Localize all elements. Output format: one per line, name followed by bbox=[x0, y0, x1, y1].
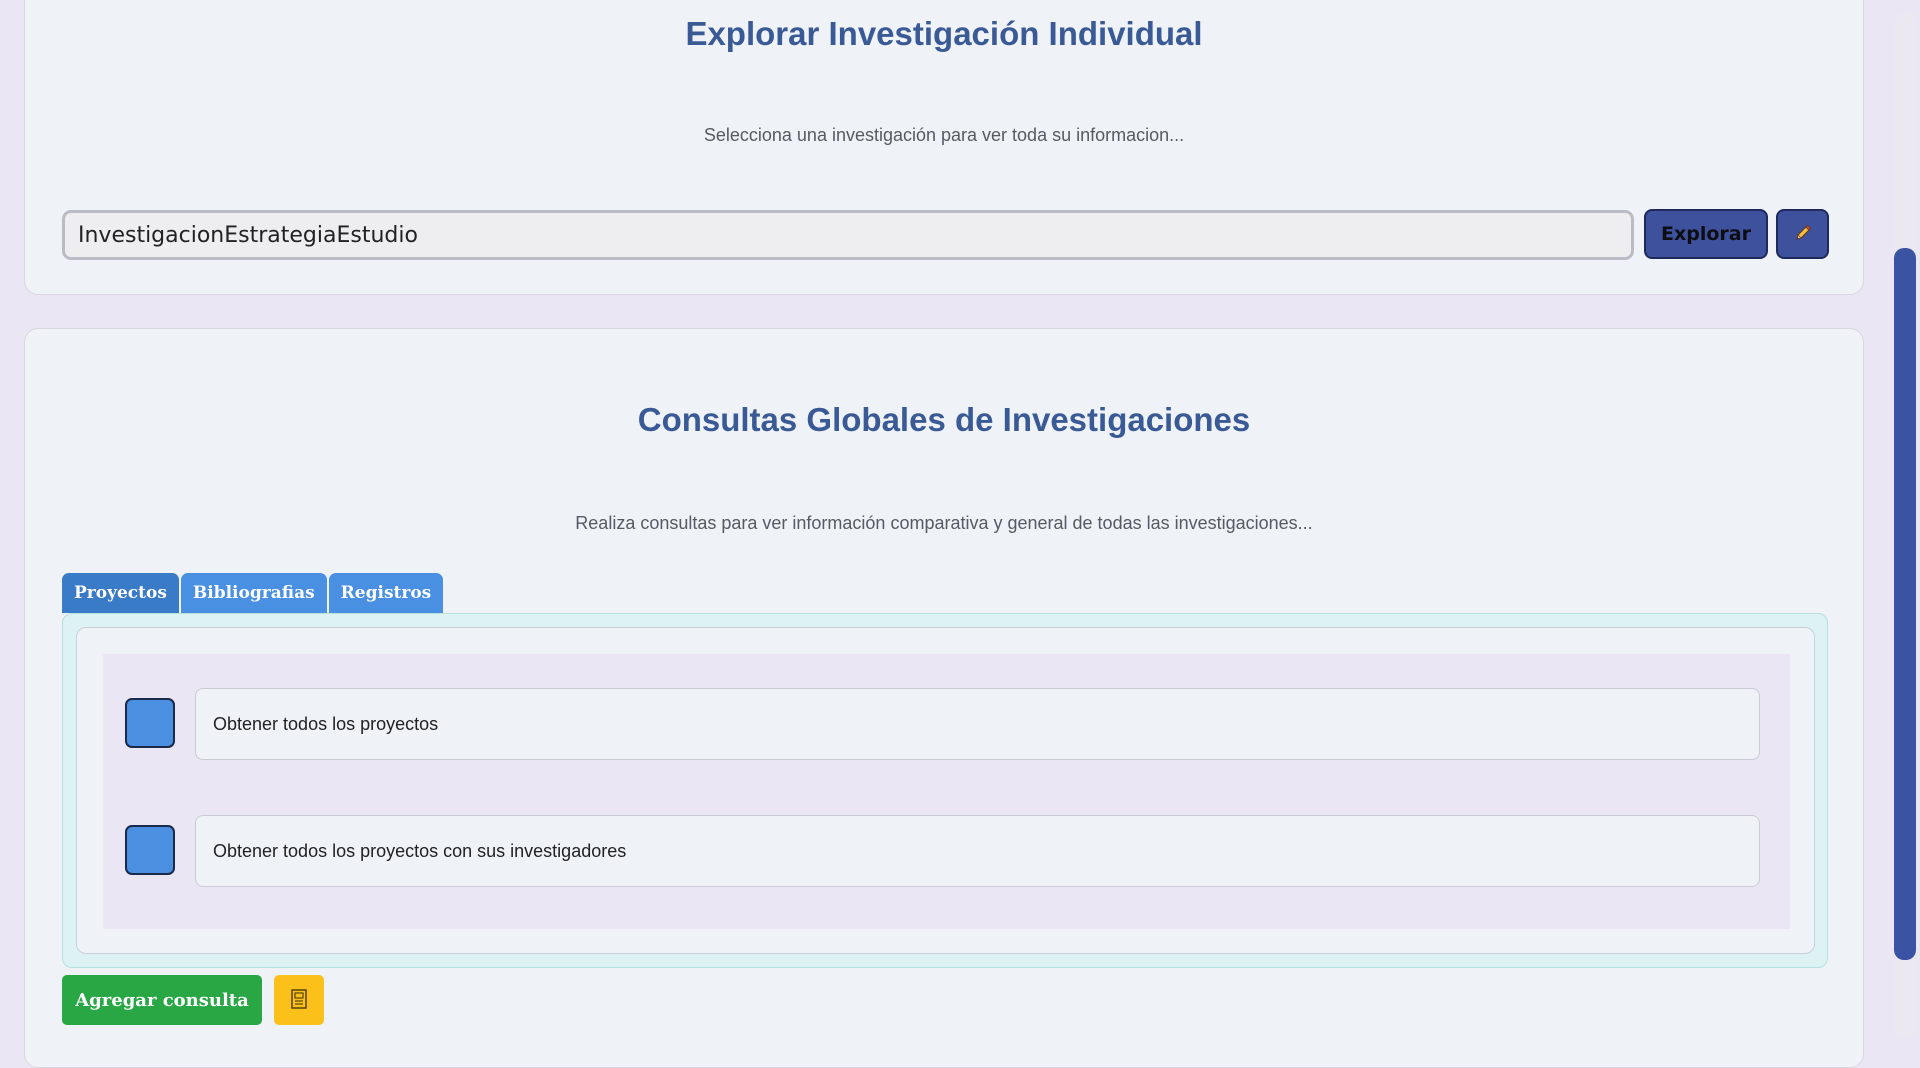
tab-registros[interactable]: Registros bbox=[328, 573, 444, 613]
edit-button[interactable] bbox=[1776, 209, 1829, 259]
query-item: Obtener todos los proyectos bbox=[125, 688, 1760, 760]
investigation-search-input[interactable] bbox=[62, 210, 1634, 260]
tab-bibliografias[interactable]: Bibliografias bbox=[180, 573, 327, 613]
query-label[interactable]: Obtener todos los proyectos bbox=[195, 688, 1760, 760]
query-tabs: Proyectos Bibliografias Registros bbox=[62, 573, 445, 613]
global-queries-title: Consultas Globales de Investigaciones bbox=[637, 401, 1251, 438]
tab-inner-panel: Obtener todos los proyectos Obtener todo… bbox=[76, 627, 1815, 954]
global-queries-subtitle: Realiza consultas para ver información c… bbox=[575, 513, 1313, 533]
query-checkbox[interactable] bbox=[125, 698, 175, 748]
scrollbar-thumb[interactable] bbox=[1894, 248, 1916, 960]
global-queries-panel: Consultas Globales de Investigaciones Re… bbox=[24, 328, 1864, 1068]
pencil-icon bbox=[1794, 224, 1812, 245]
query-checkbox[interactable] bbox=[125, 825, 175, 875]
query-list: Obtener todos los proyectos Obtener todo… bbox=[103, 654, 1790, 929]
explore-title: Explorar Investigación Individual bbox=[685, 15, 1203, 52]
explore-subtitle: Selecciona una investigación para ver to… bbox=[703, 125, 1185, 145]
query-item: Obtener todos los proyectos con sus inve… bbox=[125, 815, 1760, 887]
explore-panel: Explorar Investigación Individual Selecc… bbox=[24, 0, 1864, 295]
tab-content: Obtener todos los proyectos Obtener todo… bbox=[62, 613, 1828, 968]
query-label[interactable]: Obtener todos los proyectos con sus inve… bbox=[195, 815, 1760, 887]
add-query-button[interactable]: Agregar consulta bbox=[62, 975, 262, 1025]
document-icon bbox=[289, 988, 309, 1013]
tab-proyectos[interactable]: Proyectos bbox=[62, 573, 179, 613]
explore-button[interactable]: Explorar bbox=[1644, 209, 1768, 259]
export-button[interactable] bbox=[274, 975, 324, 1025]
